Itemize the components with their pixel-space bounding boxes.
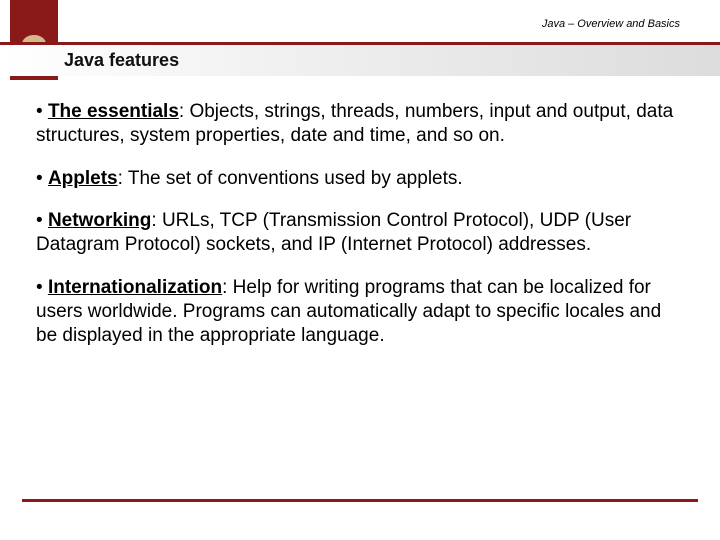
slide-title: Java features <box>64 50 179 71</box>
slide: Java – Overview and Basics P L Java feat… <box>0 0 720 540</box>
bullet-item: • Applets: The set of conventions used b… <box>36 167 684 191</box>
footer-divider <box>22 499 698 502</box>
bullet-text: : The set of conventions used by applets… <box>118 168 463 189</box>
title-band: Java features <box>0 42 720 76</box>
bullet-item: • Internationalization: Help for writing… <box>36 276 684 349</box>
content-area: • The essentials: Objects, strings, thre… <box>36 100 684 367</box>
bullet-lead: Networking <box>48 210 151 231</box>
bullet-lead: Applets <box>48 168 118 189</box>
bullet-lead: The essentials <box>48 101 179 122</box>
course-label: Java – Overview and Basics <box>542 18 680 30</box>
bullet-item: • Networking: URLs, TCP (Transmission Co… <box>36 209 684 258</box>
bullet-item: • The essentials: Objects, strings, thre… <box>36 100 684 149</box>
bullet-lead: Internationalization <box>48 277 222 298</box>
